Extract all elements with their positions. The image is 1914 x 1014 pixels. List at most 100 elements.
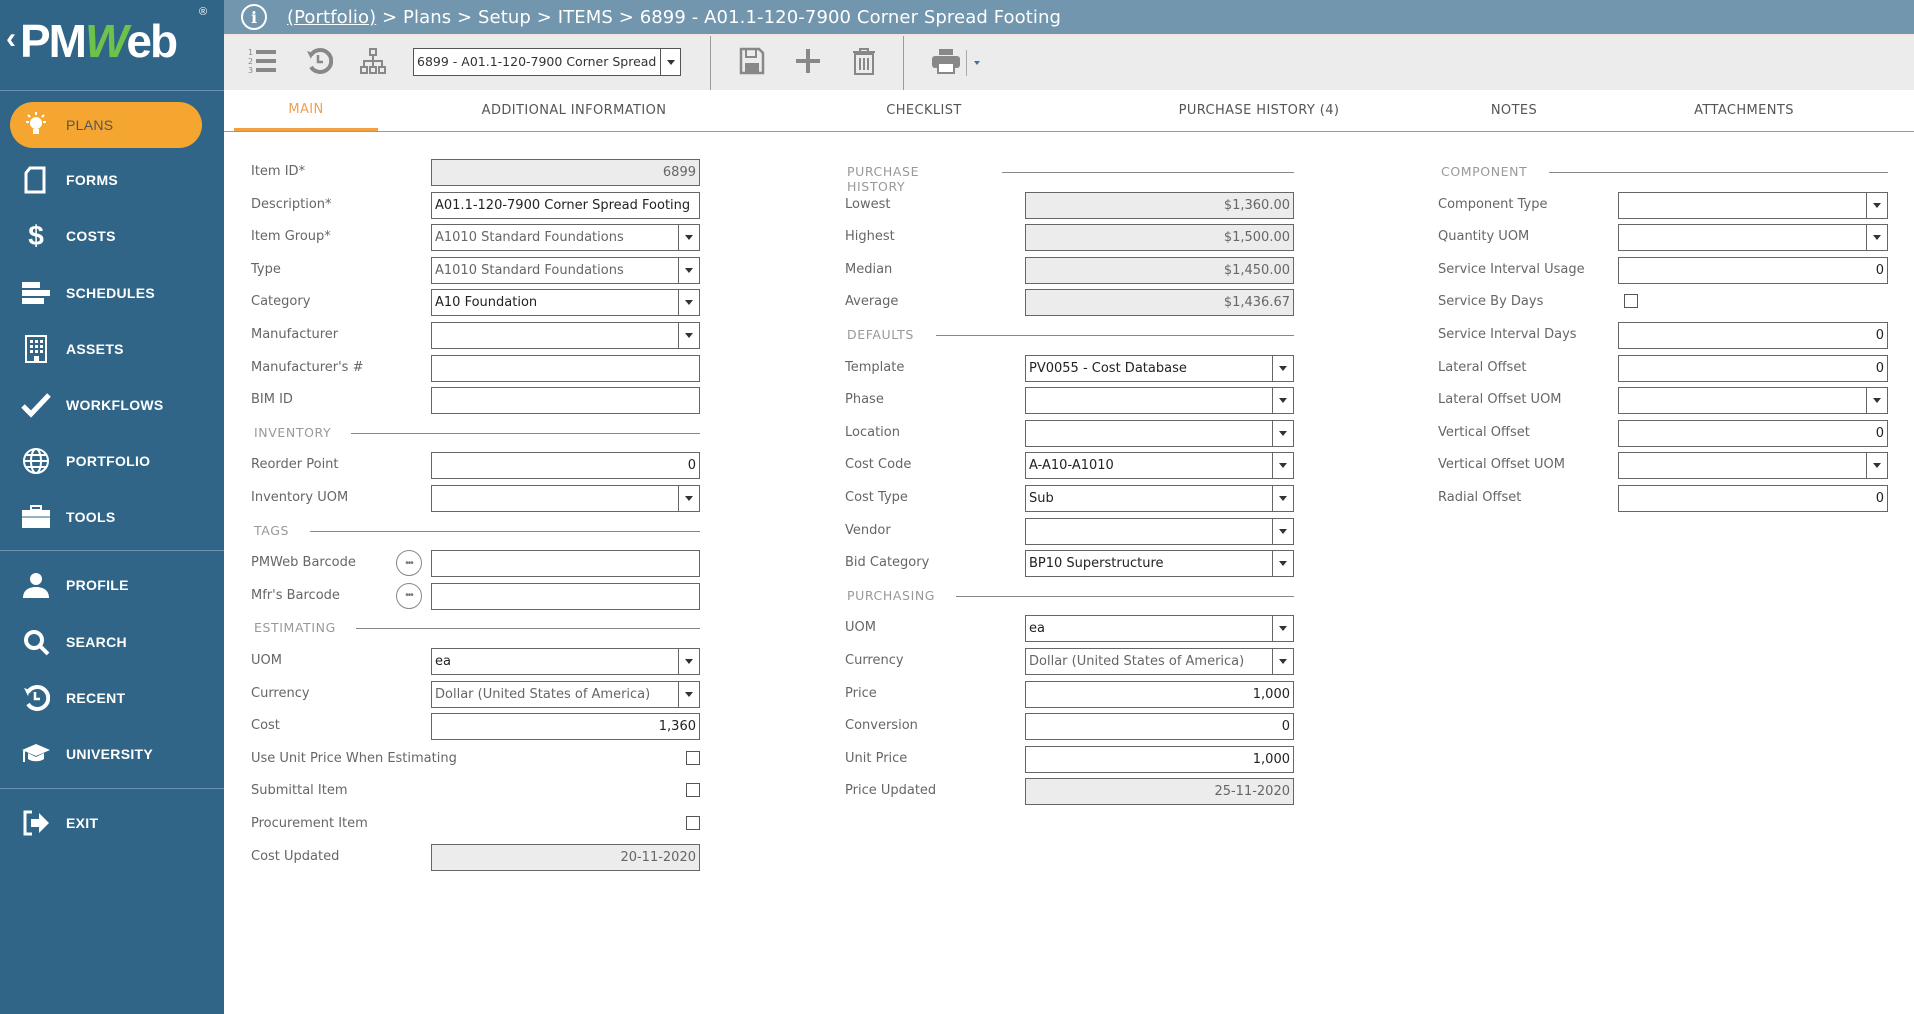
item-group-dropdown[interactable]: A1010 Standard Foundations (431, 224, 700, 252)
use-unit-price-checkbox[interactable] (686, 750, 700, 765)
sidebar-item-costs[interactable]: $ COSTS (10, 213, 202, 259)
mfr-barcode-button[interactable]: ••• (396, 582, 422, 609)
manufacturer-dropdown-button[interactable] (678, 323, 699, 348)
cost-code-dropdown-button[interactable] (1272, 453, 1293, 479)
tab-additional-information[interactable]: ADDITIONAL INFORMATION (474, 90, 674, 131)
purchasing-section-header: PURCHASING (847, 587, 936, 603)
pmweb-barcode-input[interactable] (431, 550, 700, 578)
add-button[interactable] (791, 46, 825, 80)
radial-offset-input[interactable]: 0 (1618, 485, 1888, 512)
sidebar-item-assets[interactable]: ASSETS (10, 326, 202, 372)
component-type-dropdown[interactable] (1618, 191, 1888, 219)
info-icon[interactable]: i (241, 4, 267, 30)
conversion-input[interactable]: 0 (1025, 713, 1294, 741)
bid-category-dropdown-button[interactable] (1272, 551, 1293, 577)
estimating-currency-dropdown[interactable]: Dollar (United States of America) (431, 680, 700, 708)
sidebar-item-university[interactable]: UNIVERSITY (10, 731, 202, 777)
type-dropdown[interactable]: A1010 Standard Foundations (431, 256, 700, 284)
service-interval-usage-input[interactable]: 0 (1618, 256, 1888, 284)
record-selector-dropdown-button[interactable] (660, 49, 680, 75)
sidebar-item-workflows[interactable]: WORKFLOWS (10, 382, 202, 428)
type-dropdown-button[interactable] (678, 257, 699, 283)
vertical-offset-uom-dropdown-button[interactable] (1866, 453, 1887, 479)
cost-type-dropdown[interactable]: Sub (1025, 485, 1294, 512)
record-selector[interactable]: 6899 - A01.1-120-7900 Corner Spread Foot… (413, 48, 681, 76)
purchasing-currency-dropdown[interactable]: Dollar (United States of America) (1025, 648, 1294, 675)
bid-category-dropdown[interactable]: BP10 Superstructure (1025, 550, 1294, 578)
reorder-point-input[interactable]: 0 (431, 452, 700, 480)
mfr-barcode-input[interactable] (431, 582, 700, 610)
tab-purchase-history[interactable]: PURCHASE HISTORY (4) (1159, 90, 1359, 131)
lateral-offset-uom-dropdown[interactable] (1618, 387, 1888, 415)
manufacturer-dropdown[interactable] (431, 322, 700, 349)
manufacturer-number-input[interactable] (431, 354, 700, 382)
tab-checklist[interactable]: CHECKLIST (864, 90, 984, 131)
quantity-uom-dropdown-button[interactable] (1866, 225, 1887, 251)
lateral-offset-input[interactable]: 0 (1618, 354, 1888, 382)
sidebar-item-exit[interactable]: EXIT (10, 800, 202, 846)
save-button[interactable] (735, 46, 769, 80)
purchasing-uom-dropdown-button[interactable] (1272, 616, 1293, 642)
purchasing-currency-dropdown-button[interactable] (1272, 649, 1293, 674)
service-interval-days-input[interactable]: 0 (1618, 322, 1888, 349)
phase-dropdown-button[interactable] (1272, 388, 1293, 414)
quantity-uom-dropdown[interactable] (1618, 224, 1888, 252)
item-group-dropdown-button[interactable] (678, 225, 699, 251)
location-dropdown[interactable] (1025, 419, 1294, 447)
vendor-dropdown-button[interactable] (1272, 518, 1293, 544)
location-dropdown-button[interactable] (1272, 420, 1293, 446)
collapse-chevron-icon[interactable]: ‹ (6, 22, 16, 56)
print-button[interactable] (929, 46, 963, 80)
inventory-uom-dropdown-button[interactable] (678, 486, 699, 511)
component-type-dropdown-button[interactable] (1866, 192, 1887, 218)
procurement-item-checkbox[interactable] (686, 816, 700, 830)
template-value: PV0055 - Cost Database (1029, 360, 1187, 376)
component-section-divider (1549, 172, 1888, 173)
list-view-button[interactable]: 123 (246, 46, 280, 80)
bim-id-input[interactable] (431, 387, 700, 415)
category-dropdown[interactable]: A10 Foundation (431, 289, 700, 317)
service-by-days-checkbox[interactable] (1624, 294, 1638, 309)
vertical-offset-uom-dropdown[interactable] (1618, 452, 1888, 480)
tab-attachments[interactable]: ATTACHMENTS (1674, 90, 1814, 131)
breadcrumb-portfolio-link[interactable]: (Portfolio) (287, 7, 376, 28)
tab-notes[interactable]: NOTES (1464, 90, 1564, 131)
sidebar-item-tools[interactable]: TOOLS (10, 494, 202, 540)
vertical-offset-input[interactable]: 0 (1618, 419, 1888, 447)
template-dropdown[interactable]: PV0055 - Cost Database (1025, 354, 1294, 382)
cost-type-dropdown-button[interactable] (1272, 486, 1293, 511)
purchasing-uom-dropdown[interactable]: ea (1025, 615, 1294, 643)
description-input[interactable]: A01.1-120-7900 Corner Spread Footing (431, 191, 700, 219)
sidebar-item-portfolio[interactable]: PORTFOLIO (10, 438, 202, 484)
unit-price-input[interactable]: 1,000 (1025, 745, 1294, 773)
chevron-down-icon (685, 300, 693, 306)
vendor-dropdown[interactable] (1025, 517, 1294, 545)
estimating-currency-dropdown-button[interactable] (678, 681, 699, 707)
sidebar-item-plans[interactable]: PLANS (10, 102, 202, 148)
pmweb-logo[interactable]: ‹ PMWeb ® (0, 0, 224, 90)
cost-code-dropdown[interactable]: A-A10-A1010 (1025, 452, 1294, 480)
price-input[interactable]: 1,000 (1025, 680, 1294, 708)
lowest-value: $1,360.00 (1223, 197, 1290, 213)
sidebar-item-search[interactable]: SEARCH (10, 619, 202, 665)
category-dropdown-button[interactable] (678, 290, 699, 316)
delete-button[interactable] (847, 46, 881, 80)
sidebar-item-recent[interactable]: RECENT (10, 675, 202, 721)
cost-input[interactable]: 1,360 (431, 713, 700, 741)
tab-main[interactable]: MAIN (234, 90, 378, 131)
sidebar-item-schedules[interactable]: SCHEDULES (10, 270, 202, 316)
sidebar-item-forms[interactable]: FORMS (10, 157, 202, 203)
estimating-uom-dropdown[interactable]: ea (431, 648, 700, 675)
template-dropdown-button[interactable] (1272, 355, 1293, 381)
sidebar-item-profile[interactable]: PROFILE (10, 562, 202, 608)
pmweb-barcode-button[interactable]: ••• (396, 550, 422, 577)
component-type-label: Component Type (1438, 196, 1548, 212)
inventory-uom-dropdown[interactable] (431, 485, 700, 512)
phase-dropdown[interactable] (1025, 387, 1294, 415)
estimating-uom-dropdown-button[interactable] (678, 649, 699, 674)
history-button[interactable] (302, 46, 336, 80)
submittal-item-checkbox[interactable] (686, 783, 700, 798)
hierarchy-button[interactable] (356, 46, 390, 80)
lateral-offset-uom-dropdown-button[interactable] (1866, 388, 1887, 414)
print-options-dropdown[interactable] (969, 46, 985, 80)
